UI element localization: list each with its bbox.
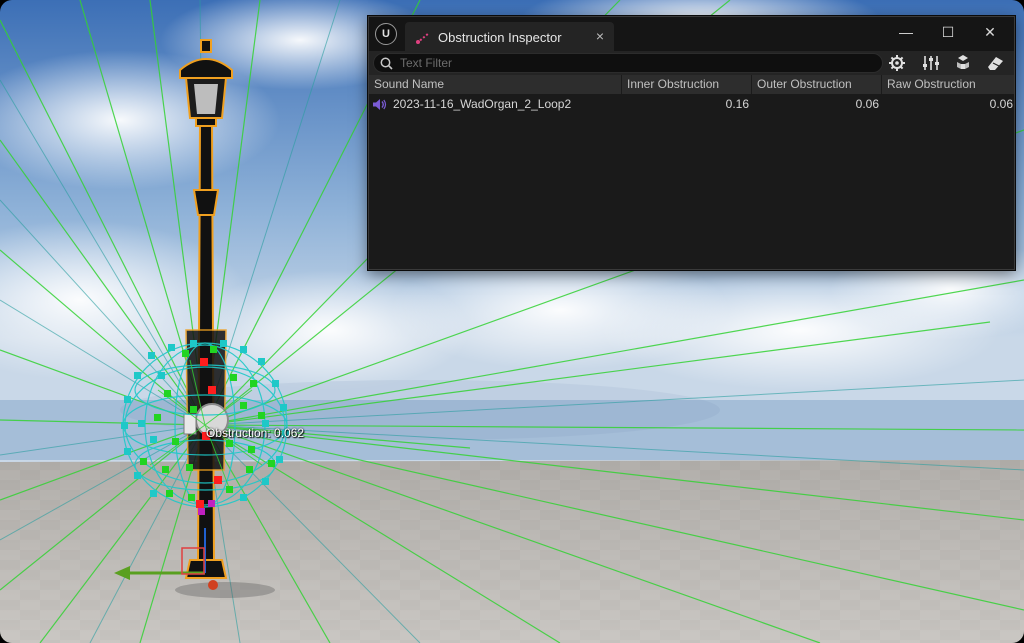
tab-obstruction-inspector[interactable]: Obstruction Inspector × [405, 22, 614, 51]
column-inner-obstruction[interactable]: Inner Obstruction [622, 75, 752, 94]
settings-gear-icon[interactable] [886, 53, 908, 73]
text-filter-input[interactable] [400, 55, 870, 71]
search-icon [380, 57, 393, 70]
text-filter[interactable] [373, 53, 883, 73]
table-header: Sound Name Inner Obstruction Outer Obstr… [369, 75, 1014, 95]
inspector-toolbar [369, 51, 1014, 75]
eraser-icon[interactable] [984, 53, 1006, 73]
tab-title: Obstruction Inspector [438, 30, 562, 45]
inner-obstruction-cell: 0.16 [725, 97, 749, 111]
column-raw-obstruction[interactable]: Raw Obstruction [882, 75, 1014, 94]
raw-obstruction-cell: 0.06 [989, 97, 1013, 111]
outer-obstruction-cell: 0.06 [855, 97, 879, 111]
sound-name: 2023-11-16_WadOrgan_2_Loop2 [393, 97, 572, 111]
obstruction-inspector-window[interactable]: U Obstruction Inspector × — ☐ ✕ Text Fil… [368, 16, 1015, 270]
tab-icon [416, 32, 430, 44]
cubes-icon[interactable] [952, 53, 974, 73]
close-window-button[interactable]: ✕ [969, 19, 1011, 45]
window-titlebar[interactable]: U Obstruction Inspector × — ☐ ✕ [369, 17, 1014, 51]
obstruction-value-label: Obstruction: 0.062 [206, 426, 305, 440]
column-outer-obstruction[interactable]: Outer Obstruction [752, 75, 882, 94]
table-body: 2023-11-16_WadOrgan_2_Loop2 0.16 0.06 0.… [369, 94, 1014, 269]
table-row[interactable]: 2023-11-16_WadOrgan_2_Loop2 0.16 0.06 0.… [369, 94, 1014, 114]
sound-name-cell: 2023-11-16_WadOrgan_2_Loop2 [369, 94, 622, 114]
unreal-logo-icon: U [375, 23, 397, 45]
maximize-button[interactable]: ☐ [927, 19, 969, 45]
sliders-icon[interactable] [920, 53, 942, 73]
minimize-button[interactable]: — [885, 19, 927, 45]
column-sound-name[interactable]: Sound Name [369, 75, 622, 94]
tab-close-button[interactable]: × [596, 28, 604, 44]
speaker-icon [373, 99, 387, 110]
